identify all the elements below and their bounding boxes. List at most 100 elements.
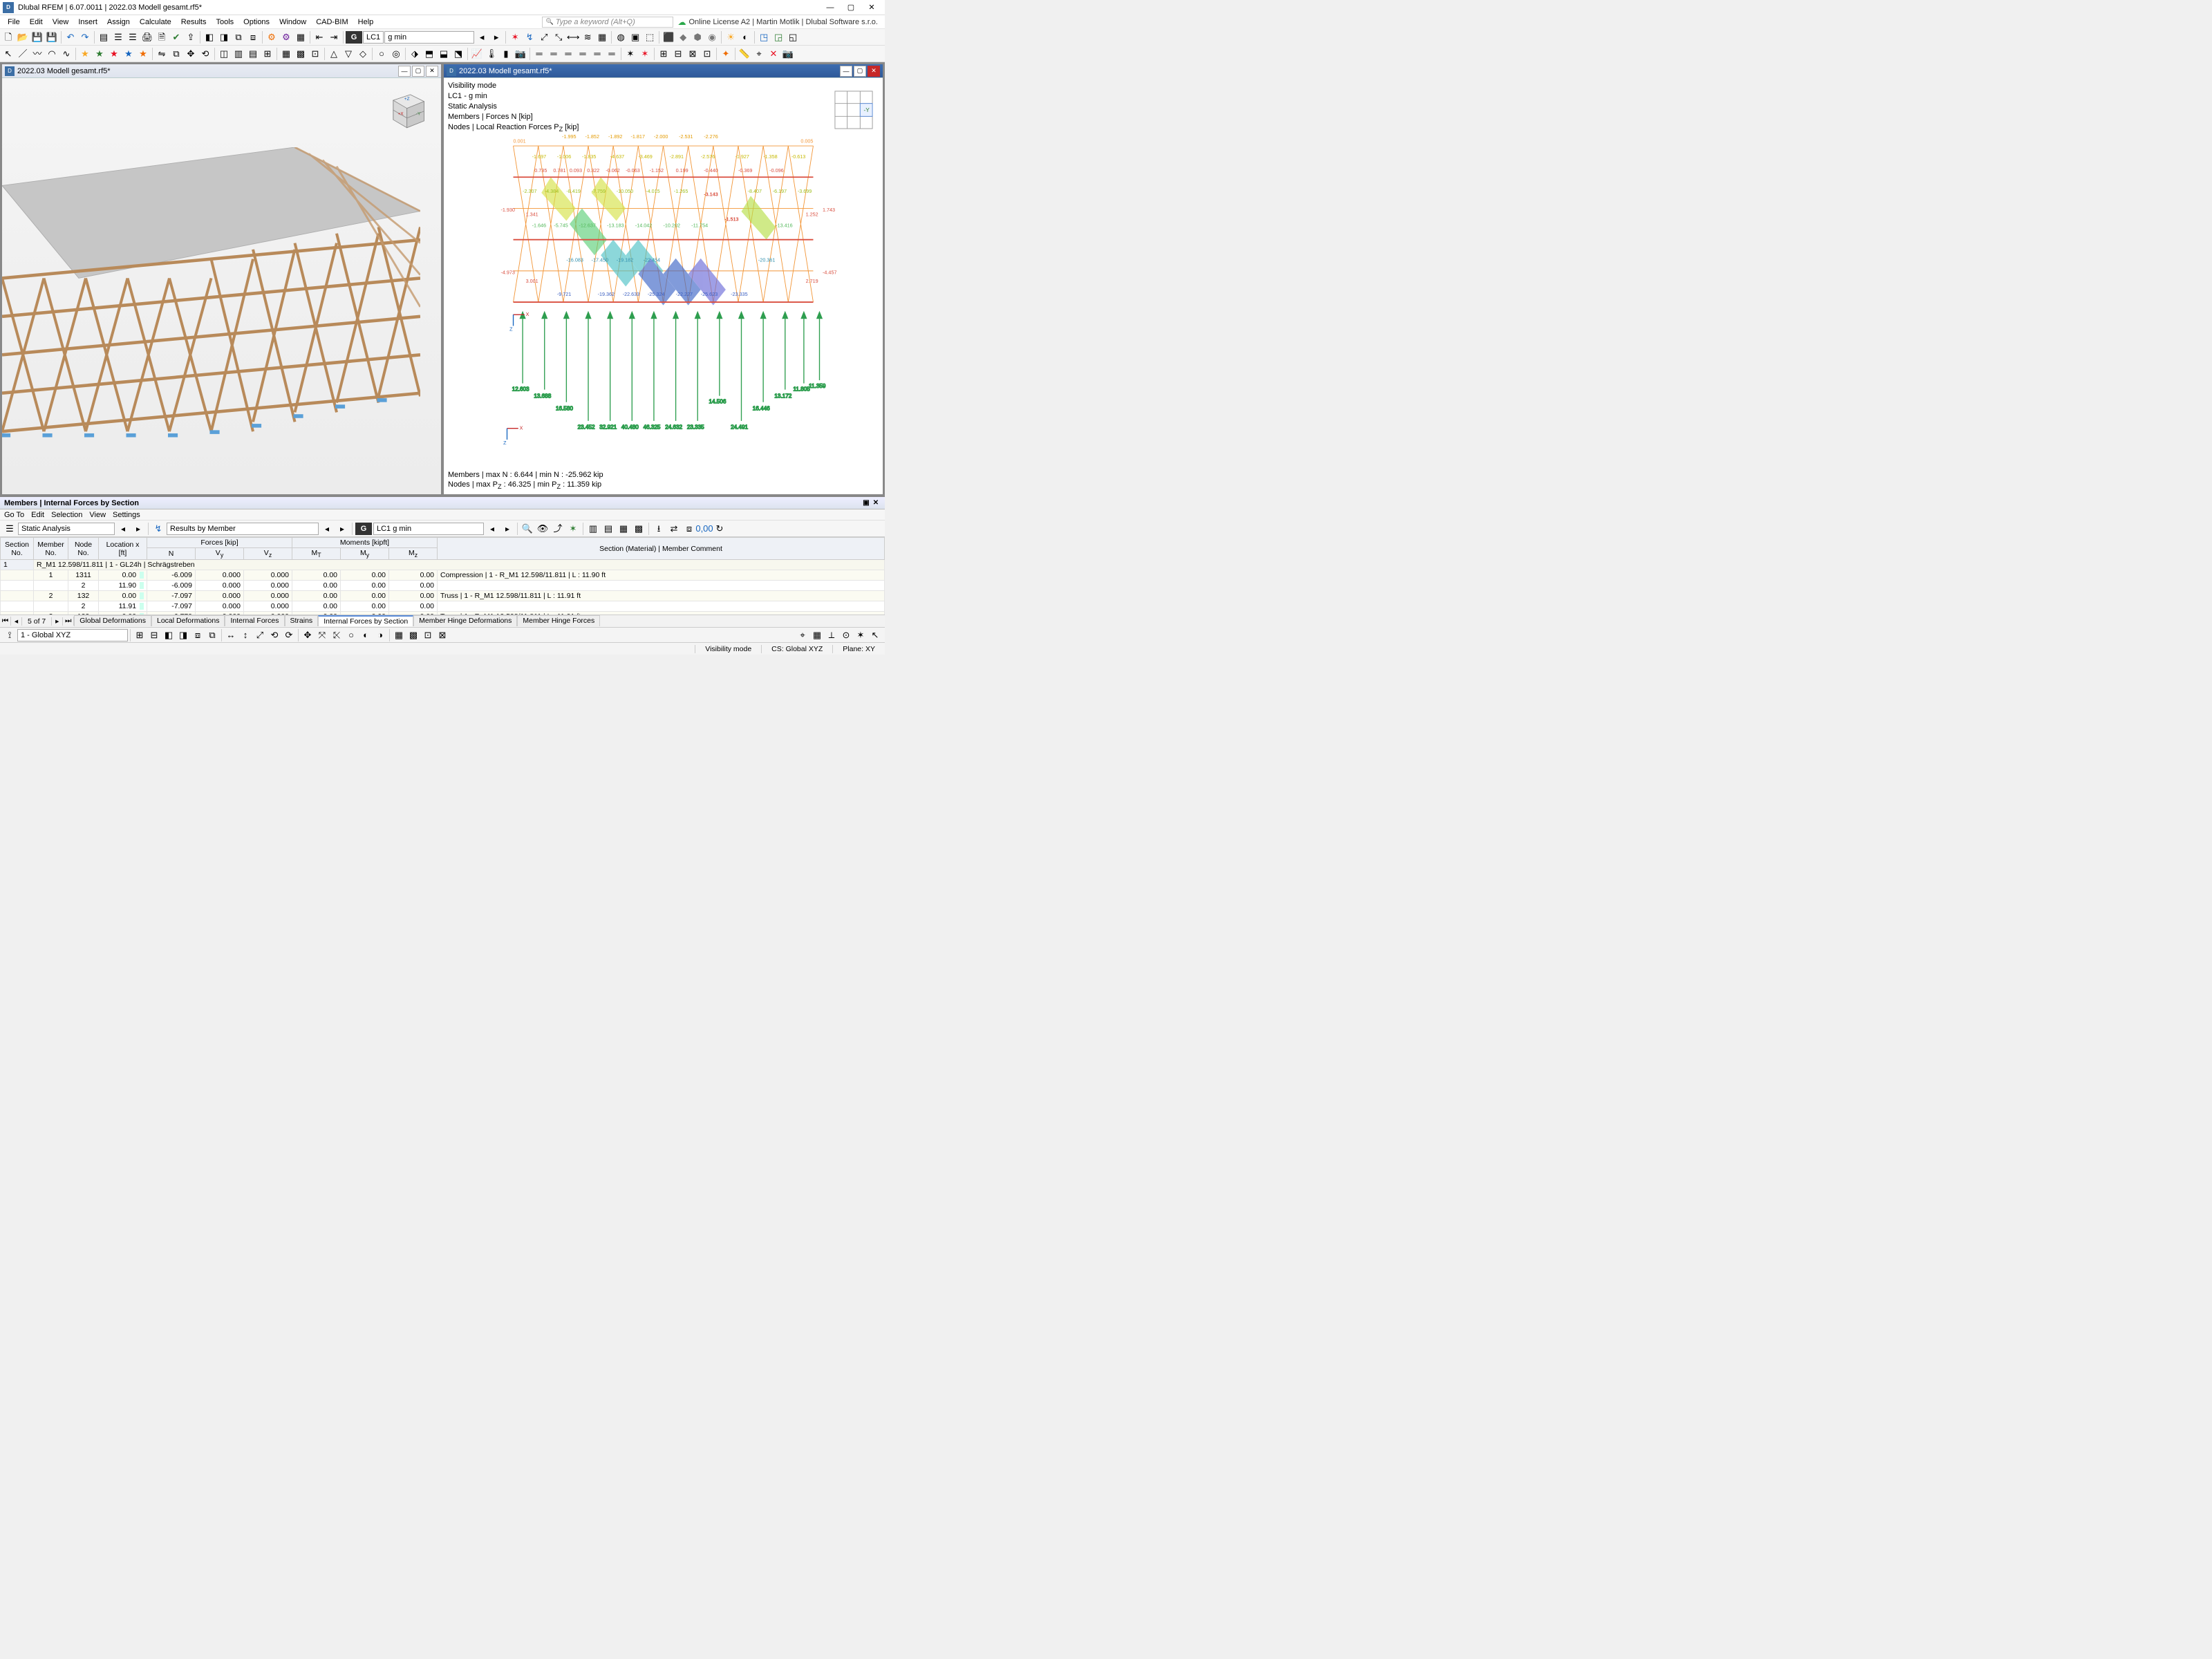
bt15-icon[interactable]: ○	[344, 628, 358, 642]
panel-menu-selection[interactable]: Selection	[51, 511, 82, 519]
panel-header[interactable]: Members | Internal Forces by Section ▣ ✕	[0, 497, 885, 509]
tab-global-deformations[interactable]: Global Deformations	[74, 615, 151, 626]
analysis-next-icon[interactable]: ▸	[131, 522, 145, 536]
loadcase-prev-icon[interactable]: ◂	[475, 30, 489, 44]
menu-assign[interactable]: Assign	[102, 17, 135, 28]
results-by-icon[interactable]: ↯	[151, 522, 165, 536]
legend-icon[interactable]: ▮	[499, 47, 513, 61]
force-n-icon[interactable]: ═	[532, 47, 546, 61]
panel-menu-edit[interactable]: Edit	[31, 511, 44, 519]
panel-lc-combo[interactable]: LC1 g min	[373, 523, 484, 535]
bt11-icon[interactable]: ⟳	[282, 628, 296, 642]
tab-internal-forces[interactable]: Internal Forces	[225, 615, 284, 626]
dim-x-icon[interactable]: ⤢	[537, 30, 551, 44]
menu-edit[interactable]: Edit	[25, 17, 48, 28]
surface-a-icon[interactable]: ◫	[217, 47, 231, 61]
obj3-icon[interactable]: ⬚	[643, 30, 657, 44]
bt3-icon[interactable]: ◧	[162, 628, 176, 642]
redo-icon[interactable]: ↷	[78, 30, 92, 44]
analysis-prev-icon[interactable]: ◂	[116, 522, 130, 536]
menu-insert[interactable]: Insert	[73, 17, 102, 28]
maximize-button[interactable]: ▢	[841, 0, 861, 15]
tab-local-deformations[interactable]: Local Deformations	[151, 615, 225, 626]
results-combo[interactable]: Results by Member	[167, 523, 319, 535]
left-viewport[interactable]: +Z +X -Y	[2, 78, 441, 494]
bt4-icon[interactable]: ◨	[176, 628, 190, 642]
menu-calculate[interactable]: Calculate	[135, 17, 176, 28]
table-row[interactable]: 211.91 -7.0970.0000.0000.000.000.00	[1, 601, 885, 612]
align-right-icon[interactable]: ⇥	[327, 30, 341, 44]
open-file-icon[interactable]: 📂	[16, 30, 30, 44]
keyword-search[interactable]: Type a keyword (Alt+Q)	[542, 17, 673, 28]
model-data-icon[interactable]: ▤	[97, 30, 111, 44]
save-icon[interactable]: 💾	[30, 30, 44, 44]
undo-icon[interactable]: ↶	[64, 30, 77, 44]
menu-options[interactable]: Options	[238, 17, 274, 28]
contour-icon[interactable]: 🌡	[485, 47, 498, 61]
navigator-icon[interactable]: ☰	[126, 30, 140, 44]
denv-icon[interactable]: ≋	[581, 30, 594, 44]
table-row[interactable]: 21320.00 -7.0970.0000.0000.000.000.00Tru…	[1, 591, 885, 601]
star-icon[interactable]: ✦	[719, 47, 733, 61]
rotate-icon[interactable]: ⟲	[198, 47, 212, 61]
right-pane-titlebar[interactable]: D 2022.03 Modell gesamt.rf5* — ▢ ✕	[444, 64, 883, 78]
bt13-icon[interactable]: ⤧	[315, 628, 329, 642]
col-location[interactable]: Location x [ft]	[99, 538, 147, 560]
hinge-a-icon[interactable]: ○	[375, 47, 388, 61]
camera-icon[interactable]: 📷	[514, 47, 527, 61]
print-icon[interactable]: 🖨	[140, 30, 154, 44]
mesh-a-icon[interactable]: ▦	[279, 47, 293, 61]
delete-icon[interactable]: ✕	[767, 47, 780, 61]
refresh-icon[interactable]: ↻	[713, 522, 727, 536]
colgroup-forces[interactable]: Forces [kip]	[147, 538, 292, 548]
bt21-icon[interactable]: ⊠	[435, 628, 449, 642]
support-a-icon[interactable]: △	[327, 47, 341, 61]
table-row[interactable]: 113110.00 -6.0090.0000.0000.000.000.00Co…	[1, 570, 885, 581]
load-e-icon[interactable]: ★	[136, 47, 150, 61]
report-icon[interactable]: 🗎	[155, 30, 169, 44]
bt2-icon[interactable]: ⊟	[147, 628, 161, 642]
view4-icon[interactable]: ⧈	[246, 30, 260, 44]
plausibility-icon[interactable]: ✔	[169, 30, 183, 44]
surface-c-icon[interactable]: ▤	[246, 47, 260, 61]
calc-icon[interactable]: ⚙	[265, 30, 279, 44]
close-button[interactable]: ✕	[861, 0, 882, 15]
load-a-icon[interactable]: ★	[78, 47, 92, 61]
grid-d-icon[interactable]: ⊡	[700, 47, 714, 61]
bt17-icon[interactable]: ◑	[373, 628, 387, 642]
panel-menu-goto[interactable]: Go To	[4, 511, 24, 519]
align-left-icon[interactable]: ⇤	[312, 30, 326, 44]
snap-toggle-icon[interactable]: ⌖	[796, 628, 809, 642]
right-viewport[interactable]: Visibility mode LC1 - g min Static Analy…	[444, 78, 883, 494]
surface-d-icon[interactable]: ⊞	[261, 47, 274, 61]
license-info[interactable]: Online License A2 | Martin Motlik | Dlub…	[673, 17, 882, 27]
units-icon[interactable]: ⇄	[667, 522, 681, 536]
coords-icon[interactable]: ⟟	[3, 628, 17, 642]
tab-member-hinge-deformations[interactable]: Member Hinge Deformations	[413, 615, 517, 626]
filter-d-icon[interactable]: ✶	[566, 522, 580, 536]
tab-first-icon[interactable]: ⏮	[0, 617, 11, 626]
load-c-icon[interactable]: ★	[107, 47, 121, 61]
filter-b-icon[interactable]: 👁	[536, 522, 550, 536]
view-side-icon[interactable]: ⬔	[451, 47, 465, 61]
axes-toggle-icon[interactable]: ✶	[854, 628, 868, 642]
menu-help[interactable]: Help	[353, 17, 379, 28]
osnap-toggle-icon[interactable]: ⊙	[839, 628, 853, 642]
chart-icon[interactable]: 📈	[470, 47, 484, 61]
tab-strains[interactable]: Strains	[285, 615, 319, 626]
support-b-icon[interactable]: ▽	[341, 47, 355, 61]
right-minimize-icon[interactable]: —	[840, 66, 852, 77]
minimize-button[interactable]: —	[820, 0, 841, 15]
axis2-icon[interactable]: ✶	[638, 47, 652, 61]
dim-y-icon[interactable]: ⤡	[552, 30, 565, 44]
view-front-icon[interactable]: ⬓	[437, 47, 451, 61]
panel-pin-icon[interactable]: ▣	[861, 499, 871, 507]
hinge-b-icon[interactable]: ◎	[389, 47, 403, 61]
tab-prev-icon[interactable]: ◂	[11, 617, 22, 626]
axis-icon[interactable]: ✶	[624, 47, 637, 61]
bt14-icon[interactable]: ⤪	[330, 628, 344, 642]
cursor-toggle-icon[interactable]: ↖	[868, 628, 882, 642]
filter-c-icon[interactable]: ⤴	[551, 522, 565, 536]
grid-toggle-icon[interactable]: ▦	[810, 628, 824, 642]
calc2-icon[interactable]: ⚙	[279, 30, 293, 44]
